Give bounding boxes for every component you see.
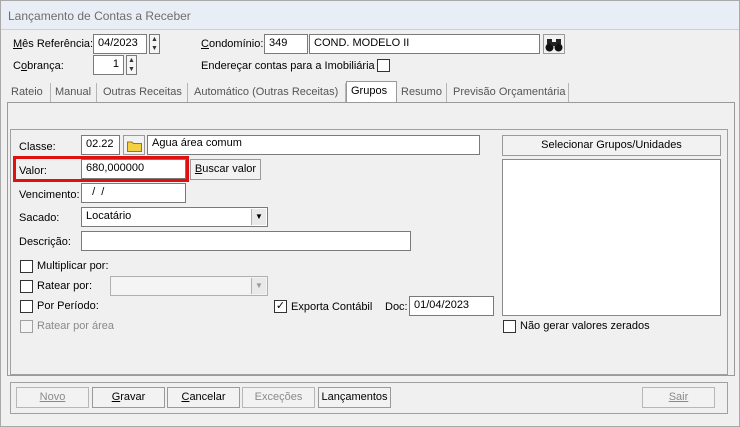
por-periodo-label: Por Período: <box>37 300 99 312</box>
enderecar-label: Endereçar contas para a Imobiliária <box>201 60 375 72</box>
chevron-down-icon[interactable]: ▼ <box>251 278 266 294</box>
condominio-label: Condomínio: <box>201 38 264 50</box>
tab-automatico[interactable]: Automático (Outras Receitas) <box>190 83 346 103</box>
classe-folder-button[interactable] <box>123 135 145 155</box>
cobranca-input[interactable]: 1 <box>93 55 124 75</box>
enderecar-checkbox[interactable] <box>377 59 390 72</box>
novo-button[interactable]: Novo <box>16 387 89 408</box>
chevron-down-icon[interactable]: ▼ <box>251 209 266 225</box>
mes-referencia-input[interactable]: 04/2023 <box>93 34 147 54</box>
lancamentos-button[interactable]: Lançamentos <box>318 387 391 408</box>
main-window: Lançamento de Contas a Receber Mês Refer… <box>0 0 740 427</box>
tab-grupos[interactable]: Grupos <box>346 81 397 104</box>
exporta-contabil-checkbox[interactable]: ✓ <box>274 300 287 313</box>
vencimento-input[interactable]: / / <box>81 183 186 203</box>
cancelar-button[interactable]: Cancelar <box>167 387 240 408</box>
tab-manual[interactable]: Manual <box>51 83 97 103</box>
tab-rateio[interactable]: Rateio <box>7 83 51 103</box>
tab-resumo[interactable]: Resumo <box>397 83 447 103</box>
mes-referencia-label: Mês Referência: <box>13 38 94 50</box>
window-title: Lançamento de Contas a Receber <box>8 9 191 23</box>
valor-highlight-box <box>13 156 189 182</box>
descricao-input[interactable] <box>81 231 411 251</box>
multiplicar-label: Multiplicar por: <box>37 260 109 272</box>
selecionar-grupos-button[interactable]: Selecionar Grupos/Unidades <box>502 135 721 156</box>
excecoes-button[interactable]: Exceções <box>242 387 315 408</box>
ratear-checkbox[interactable] <box>20 280 33 293</box>
multiplicar-checkbox[interactable] <box>20 260 33 273</box>
doc-input[interactable]: 01/04/2023 <box>409 296 494 316</box>
mes-referencia-spinner[interactable]: ▲ ▼ <box>149 34 160 54</box>
tab-outras-receitas[interactable]: Outras Receitas <box>99 83 188 103</box>
sacado-label: Sacado: <box>19 212 60 224</box>
tab-previsao-orcamentaria[interactable]: Previsão Orçamentária <box>449 83 569 103</box>
doc-label: Doc: <box>385 301 408 313</box>
sair-label: Sair <box>668 391 689 403</box>
novo-label: Novo <box>39 391 66 403</box>
nao-gerar-checkbox[interactable] <box>503 320 516 333</box>
por-periodo-checkbox[interactable] <box>20 300 33 313</box>
title-bar: Lançamento de Contas a Receber <box>1 1 739 30</box>
classe-code-input[interactable]: 02.22 <box>81 135 120 155</box>
exporta-contabil-label: Exporta Contábil <box>291 301 373 313</box>
binoculars-icon <box>545 39 563 52</box>
ratear-area-checkbox[interactable] <box>20 320 33 333</box>
vencimento-label: Vencimento: <box>19 189 80 201</box>
ratear-area-label: Ratear por área <box>37 320 115 332</box>
sacado-selected-value: Locatário <box>86 210 132 222</box>
classe-label: Classe: <box>19 141 56 153</box>
ratear-label: Ratear por: <box>37 280 93 292</box>
ratear-select[interactable]: ▼ <box>110 276 268 296</box>
grupos-unidades-list[interactable] <box>502 159 721 316</box>
condominio-name-input[interactable]: COND. MODELO II <box>309 34 540 54</box>
search-condominio-button[interactable] <box>543 34 565 54</box>
sacado-select[interactable]: Locatário ▼ <box>81 207 268 227</box>
gravar-button[interactable]: Gravar <box>92 387 165 408</box>
cobranca-spinner[interactable]: ▲ ▼ <box>126 55 137 75</box>
buscar-valor-button[interactable]: Buscar valor <box>190 159 261 180</box>
sair-button[interactable]: Sair <box>642 387 715 408</box>
condominio-code-input[interactable]: 349 <box>264 34 308 54</box>
nao-gerar-label: Não gerar valores zerados <box>520 320 650 332</box>
classe-description-input[interactable]: Agua área comum <box>147 135 480 155</box>
folder-icon <box>126 141 142 152</box>
cobranca-label: Cobrança: <box>13 60 64 72</box>
descricao-label: Descrição: <box>19 236 71 248</box>
